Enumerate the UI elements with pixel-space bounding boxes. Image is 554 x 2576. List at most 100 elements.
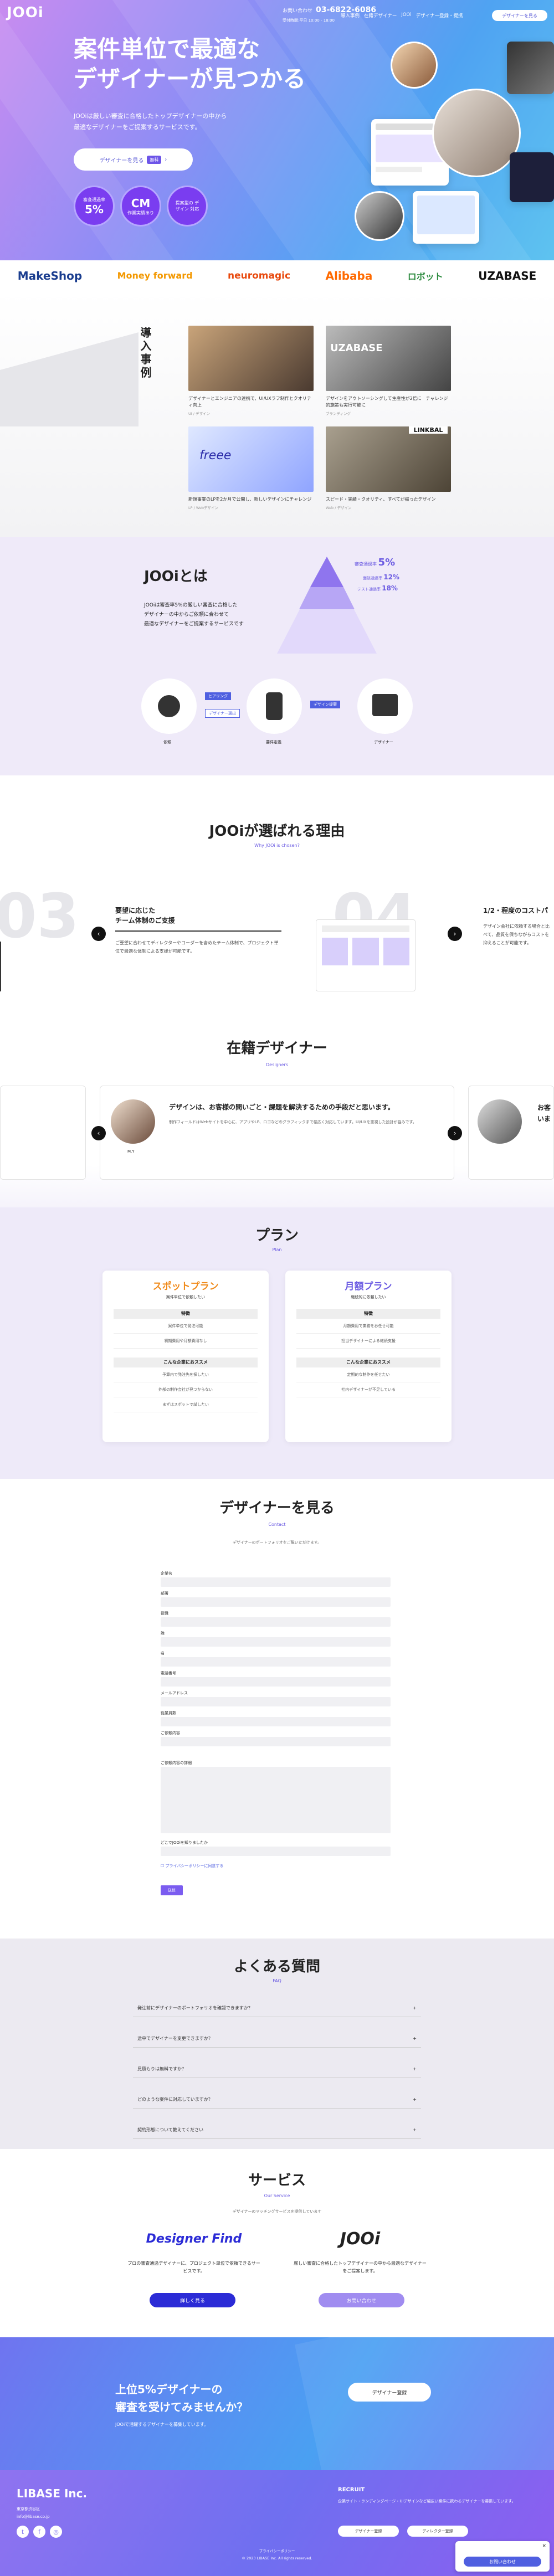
field-label: ご依頼内容の詳細: [161, 1761, 192, 1765]
pyramid-label-1: 審査通過率 5%: [355, 557, 396, 568]
request-detail-textarea[interactable]: [161, 1767, 391, 1833]
flow-tag: デザイナー選出: [205, 709, 240, 718]
phone-input[interactable]: [161, 1677, 391, 1687]
hero-cta-button[interactable]: デザイナーを見る 無料 ›: [74, 148, 193, 171]
plan-feature: 初期費用や月額費用なし: [114, 1334, 258, 1349]
footer-designer-button[interactable]: デザイナー登録: [338, 2526, 399, 2537]
next-arrow-button[interactable]: ›: [448, 927, 462, 941]
email-input[interactable]: [161, 1697, 391, 1706]
prev-arrow-button[interactable]: ‹: [91, 927, 106, 941]
privacy-checkbox[interactable]: ☐ プライバシーポリシーに同意する: [161, 1863, 223, 1869]
why-heading-next: 1/2・程度のコストパ: [483, 907, 548, 914]
contact-desc: デザイナーのポートフォリオをご覧いただけます。: [232, 1540, 322, 1545]
badge-cm: CM 作業実績あり: [120, 186, 161, 227]
instagram-icon[interactable]: ◎: [50, 2526, 62, 2538]
plus-icon: +: [413, 2127, 417, 2132]
faq-item[interactable]: 契約形態について教えてください +: [133, 2121, 421, 2139]
nav-link[interactable]: JOOi: [401, 12, 411, 19]
faq-item[interactable]: 見積もりは無料ですか？ +: [133, 2060, 421, 2078]
footer-company: LIBASE Inc.: [17, 2487, 88, 2500]
faq-item[interactable]: 途中でデザイナーを変更できますか？ +: [133, 2030, 421, 2048]
service-desc: デザイナーのマッチングサービスを提供しています: [232, 2209, 322, 2214]
case-card[interactable]: デザイナーとエンジニアの連携で、UI/UXラフ制作とクオリティ向上 UI / デザ…: [188, 326, 314, 416]
designer-photo: [355, 191, 404, 241]
department-input[interactable]: [161, 1597, 391, 1607]
why-number: 03: [0, 881, 80, 952]
logo-alibaba: Alibaba: [325, 269, 373, 282]
field-label: 役職: [161, 1611, 168, 1616]
designer-quote: デザインは、お客様の問いごと・課題を解決するための手段だと思います。: [169, 1103, 394, 1111]
plan-recommend: 定期的な制作を任せたい: [296, 1367, 440, 1382]
designerfind-button[interactable]: 詳しく見る: [150, 2293, 235, 2307]
plan-desc: 案件単位で依頼したい: [166, 1295, 205, 1299]
facebook-icon[interactable]: f: [33, 2526, 45, 2538]
nav-link[interactable]: 導入事例: [341, 12, 360, 19]
case-card[interactable]: UZABASE デザインをアウトソーシングして生産性が2倍に チャレンジ的施策も実…: [326, 326, 451, 416]
flow-label: 要件定義: [266, 740, 281, 744]
header-links: 導入事例 在籍デザイナー JOOi デザイナー登録・提携: [341, 12, 463, 19]
source-select[interactable]: [161, 1847, 391, 1856]
footer-director-button[interactable]: ディレクター登録: [407, 2526, 468, 2537]
designer-photo: [391, 42, 438, 89]
field-label: 名: [161, 1651, 165, 1655]
designer-card[interactable]: [100, 1086, 454, 1180]
header-cta-button[interactable]: デザイナーを見る: [492, 10, 547, 21]
position-input[interactable]: [161, 1617, 391, 1627]
close-icon[interactable]: ×: [542, 2543, 546, 2549]
jooi-contact-button[interactable]: お問い合わせ: [319, 2293, 404, 2307]
faq-item[interactable]: どのような案件に対応していますか？ +: [133, 2091, 421, 2109]
logo-uzabase: UZABASE: [478, 269, 537, 282]
cta-title: 上位5%デザイナーの 審査を受けてみませんか？: [115, 2383, 248, 2414]
designer-card-prev[interactable]: [0, 1086, 86, 1180]
free-tag: 無料: [147, 155, 162, 164]
company-input[interactable]: [161, 1577, 391, 1587]
floating-contact-widget[interactable]: お問い合わせ ×: [455, 2541, 550, 2572]
service-jooi-text: 厳しい審査に合格したトップデザイナーの中から最適なデザイナーをご提案します。: [294, 2261, 427, 2274]
client-logos: MakeShop Money forward neuromagic Alibab…: [0, 260, 554, 291]
designer-register-button[interactable]: デザイナー登録: [348, 2383, 431, 2402]
ui-preview-card: [507, 42, 554, 94]
plan-feature-header: 特徴: [296, 1309, 440, 1319]
field-label: 姓: [161, 1631, 165, 1636]
footer-email[interactable]: info@libase.co.jp: [17, 2515, 50, 2519]
pyramid-label-3: テスト通過率 18%: [357, 584, 398, 592]
nav-link[interactable]: 在籍デザイナー: [364, 12, 397, 19]
logo-makeshop: MakeShop: [17, 269, 83, 282]
field-label: メールアドレス: [161, 1691, 188, 1695]
plan-for-header: こんな企業におススメ: [114, 1358, 258, 1367]
plan-recommend: 社内デザイナーが不足している: [296, 1382, 440, 1397]
logo-moneyforward: Money forward: [117, 270, 193, 281]
floating-contact-button[interactable]: お問い合わせ: [464, 2557, 541, 2567]
plus-icon: +: [413, 2006, 417, 2011]
contact-section: [0, 1479, 554, 1939]
field-label: 部署: [161, 1591, 168, 1596]
flow-tag: ヒアリング: [205, 692, 231, 700]
flow-label: 依頼: [163, 740, 171, 744]
faq-item[interactable]: 発注前にデザイナーのポートフォリオを確認できますか？ +: [133, 1999, 421, 2017]
nav-link[interactable]: デザイナー登録・提携: [416, 12, 463, 19]
why-illustration: [316, 919, 416, 991]
request-type-select[interactable]: [161, 1737, 391, 1746]
ui-preview-card: [413, 191, 479, 244]
contact-title: デザイナーを見る: [219, 1500, 335, 1516]
twitter-icon[interactable]: t: [17, 2526, 29, 2538]
why-section: [0, 775, 554, 997]
plan-feature-header: 特徴: [114, 1309, 258, 1319]
plans-subtitle: Plan: [272, 1247, 282, 1252]
plan-name: スポットプラン: [152, 1281, 219, 1292]
employees-select[interactable]: [161, 1717, 391, 1726]
next-arrow-button[interactable]: ›: [448, 1126, 462, 1140]
first-name-input[interactable]: [161, 1657, 391, 1667]
designer-name: M.Y: [127, 1149, 135, 1154]
plan-for-header: こんな企業におススメ: [296, 1358, 440, 1367]
last-name-input[interactable]: [161, 1637, 391, 1647]
pyramid-label-2: 面談通過率 12%: [363, 573, 399, 581]
logo[interactable]: JOOi: [7, 4, 44, 21]
case-card[interactable]: freee 新規事業のLPを2か月で公開し、新しいデザインにチャレンジ LP / W…: [188, 426, 314, 510]
submit-button[interactable]: 送信: [161, 1885, 183, 1895]
case-card[interactable]: LINKBAL スピード・実績・クオリティ、すべてが揃ったデザイン Web / デザ…: [326, 426, 451, 510]
faq-title: よくある質問: [233, 1958, 320, 1975]
plan-recommend: 予算内で発注先を探したい: [114, 1367, 258, 1382]
plus-icon: +: [413, 2066, 417, 2071]
prev-arrow-button[interactable]: ‹: [91, 1126, 106, 1140]
